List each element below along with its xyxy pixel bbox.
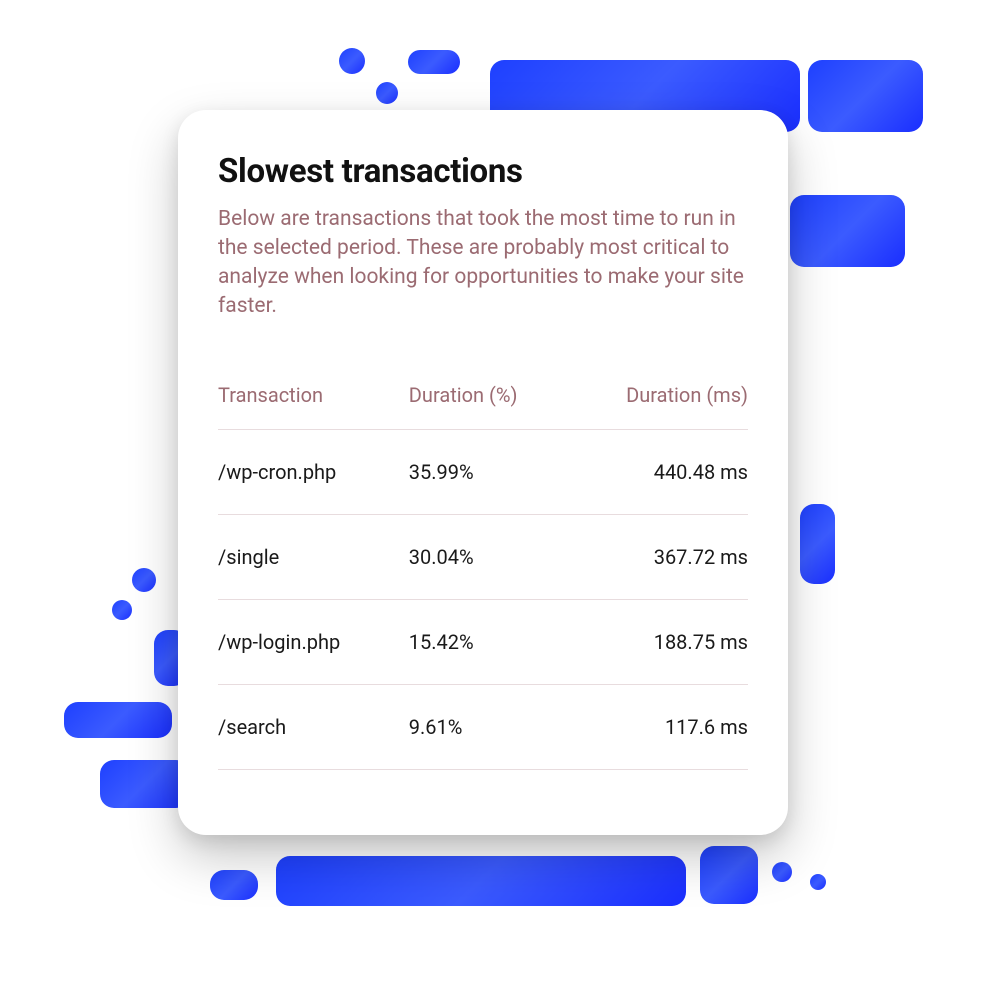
deco-shape — [408, 50, 460, 74]
deco-shape — [64, 702, 172, 738]
table-row[interactable]: /wp-cron.php 35.99% 440.48 ms — [218, 429, 748, 514]
cell-transaction: /wp-cron.php — [218, 429, 409, 514]
deco-dot — [112, 600, 132, 620]
cell-duration-ms: 117.6 ms — [568, 684, 748, 769]
table-row[interactable]: /single 30.04% 367.72 ms — [218, 514, 748, 599]
table-row[interactable]: /search 9.61% 117.6 ms — [218, 684, 748, 769]
col-header-duration-pct: Duration (%) — [409, 383, 568, 430]
cell-duration-ms: 440.48 ms — [568, 429, 748, 514]
cell-transaction: /wp-login.php — [218, 599, 409, 684]
deco-dot — [132, 568, 156, 592]
deco-shape — [700, 846, 758, 904]
cell-duration-pct: 9.61% — [409, 684, 568, 769]
cell-transaction: /single — [218, 514, 409, 599]
deco-shape — [210, 870, 258, 900]
deco-shape — [100, 760, 190, 808]
cell-duration-pct: 35.99% — [409, 429, 568, 514]
deco-shape — [808, 60, 923, 132]
table-header-row: Transaction Duration (%) Duration (ms) — [218, 383, 748, 430]
card-subtitle: Below are transactions that took the mos… — [218, 205, 748, 321]
deco-dot — [376, 82, 398, 104]
transactions-table: Transaction Duration (%) Duration (ms) /… — [218, 383, 748, 770]
deco-dot — [810, 874, 826, 890]
cell-duration-ms: 188.75 ms — [568, 599, 748, 684]
cell-duration-pct: 15.42% — [409, 599, 568, 684]
cell-duration-ms: 367.72 ms — [568, 514, 748, 599]
card-title: Slowest transactions — [218, 152, 748, 191]
deco-shape — [790, 195, 905, 267]
cell-duration-pct: 30.04% — [409, 514, 568, 599]
cell-transaction: /search — [218, 684, 409, 769]
col-header-transaction: Transaction — [218, 383, 409, 430]
deco-dot — [772, 862, 792, 882]
table-row[interactable]: /wp-login.php 15.42% 188.75 ms — [218, 599, 748, 684]
col-header-duration-ms: Duration (ms) — [568, 383, 748, 430]
deco-shape — [276, 856, 686, 906]
deco-dot — [339, 48, 365, 74]
deco-shape — [800, 504, 835, 584]
slowest-transactions-card: Slowest transactions Below are transacti… — [178, 110, 788, 835]
